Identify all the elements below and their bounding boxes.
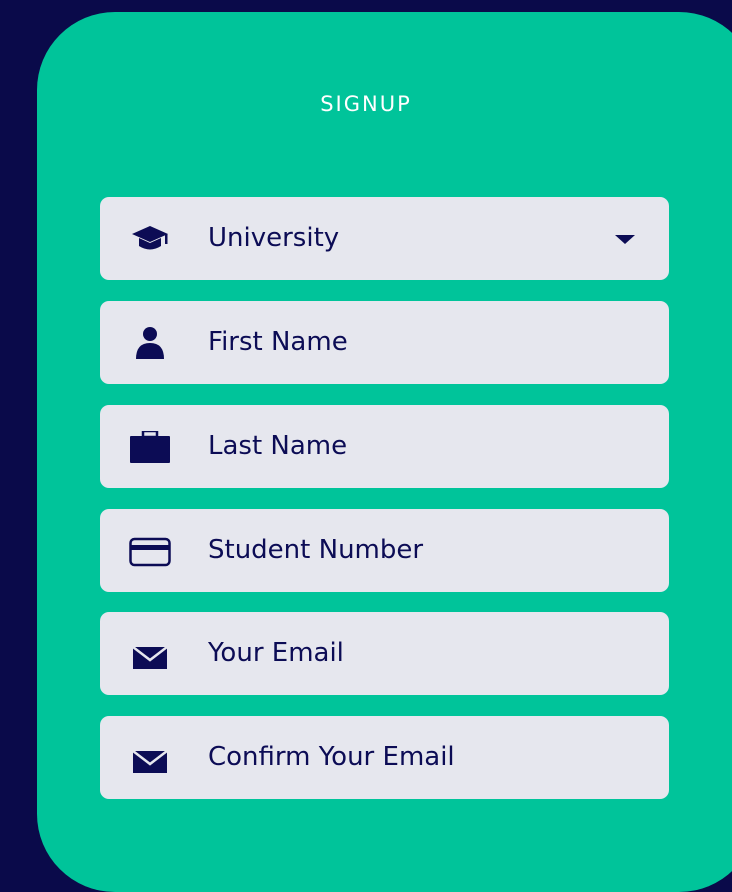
envelope-icon	[128, 638, 172, 670]
form-title: SIGNUP	[320, 92, 412, 116]
email-placeholder: Your Email	[208, 638, 344, 668]
university-select[interactable]: University	[100, 197, 669, 280]
email-field[interactable]: Your Email	[100, 612, 669, 695]
envelope-icon	[128, 742, 172, 774]
confirm-email-field[interactable]: Confirm Your Email	[100, 716, 669, 799]
first-name-placeholder: First Name	[208, 327, 348, 357]
student-number-placeholder: Student Number	[208, 535, 424, 565]
first-name-field[interactable]: First Name	[100, 301, 669, 384]
last-name-field[interactable]: Last Name	[100, 405, 669, 488]
credit-card-icon	[128, 535, 172, 567]
graduation-cap-icon	[128, 223, 172, 255]
student-number-field[interactable]: Student Number	[100, 509, 669, 592]
university-select-label: University	[208, 223, 340, 253]
confirm-email-placeholder: Confirm Your Email	[208, 742, 455, 772]
briefcase-icon	[128, 431, 172, 463]
last-name-placeholder: Last Name	[208, 431, 348, 461]
user-icon	[128, 327, 172, 359]
chevron-down-icon[interactable]	[615, 235, 635, 244]
